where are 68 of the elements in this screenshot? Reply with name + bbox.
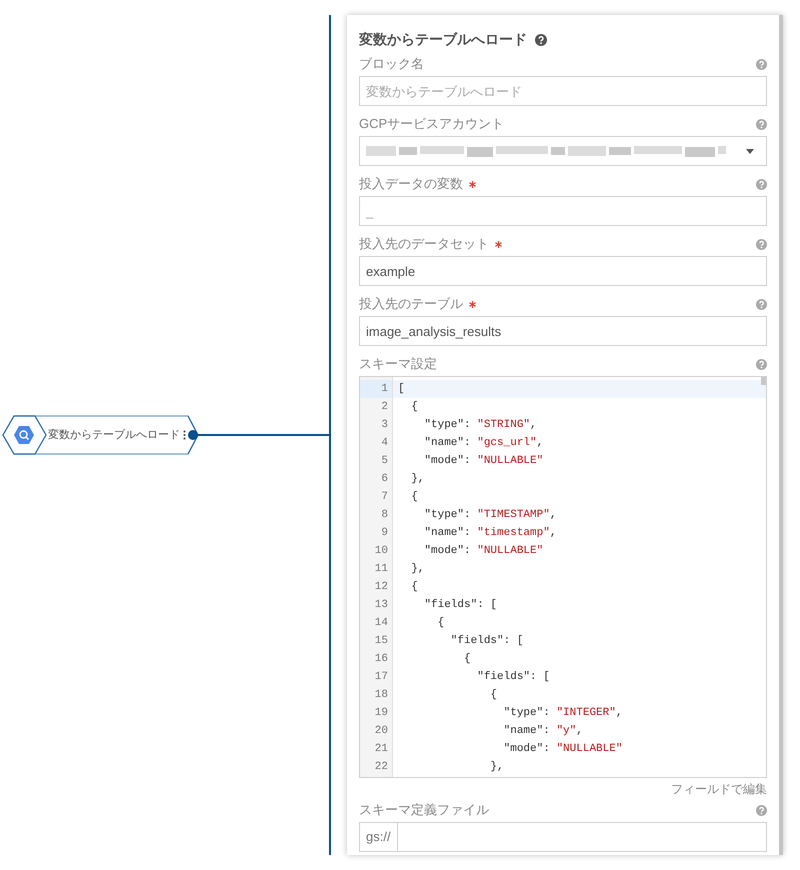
field-label: 投入先のテーブル xyxy=(359,295,463,314)
line-number: 4 xyxy=(381,436,388,451)
line-number: 3 xyxy=(381,418,388,433)
line-number: 14 xyxy=(374,616,388,631)
code-line: "name": "timestamp", xyxy=(423,526,556,541)
field-label: スキーマ設定 xyxy=(359,355,437,374)
code-line: "mode": "NULLABLE" xyxy=(423,454,544,469)
code-line: { xyxy=(463,652,471,667)
node-label: 変数からテーブルへロード xyxy=(48,428,180,443)
scrollbar-thumb[interactable] xyxy=(761,377,766,385)
code-line: "fields": [ xyxy=(450,634,524,649)
text-field[interactable]: example xyxy=(359,256,767,286)
help-icon[interactable] xyxy=(535,34,547,46)
line-number: 11 xyxy=(374,562,388,577)
code-line: { xyxy=(410,490,418,505)
code-line: [ xyxy=(398,382,405,397)
line-number: 2 xyxy=(381,400,388,415)
line-number: 16 xyxy=(374,652,388,667)
code-line: "type": "INTEGER", xyxy=(502,706,622,721)
field-label: ブロック名 xyxy=(359,55,424,74)
code-line: "fields": [ xyxy=(423,598,498,613)
prefixed-field[interactable]: gs:// xyxy=(359,822,767,852)
field-label: GCPサービスアカウント xyxy=(359,115,504,134)
line-number: 6 xyxy=(381,472,388,487)
field-label: スキーマ定義ファイル xyxy=(359,801,489,820)
connector-port[interactable] xyxy=(188,430,198,440)
line-number: 21 xyxy=(374,742,388,757)
code-line: "mode": "NULLABLE" xyxy=(423,544,544,559)
line-number: 5 xyxy=(381,454,388,469)
text-field[interactable]: _ xyxy=(359,196,767,226)
code-line: "type": "TIMESTAMP", xyxy=(423,508,556,523)
line-number: 1 xyxy=(381,382,388,397)
code-line: "name": "gcs_url", xyxy=(423,436,544,451)
line-number: 8 xyxy=(381,508,388,523)
code-line: }, xyxy=(410,562,424,577)
panel-title: 変数からテーブルへロード xyxy=(359,30,527,49)
code-line: }, xyxy=(489,760,504,775)
code-line: { xyxy=(410,580,418,595)
code-line: "name": "y", xyxy=(502,724,583,739)
line-number: 13 xyxy=(374,598,388,613)
drag-handle-icon[interactable] xyxy=(183,430,186,440)
line-number: 20 xyxy=(374,724,388,739)
code-line: "fields": [ xyxy=(476,670,550,685)
line-number: 9 xyxy=(381,526,388,541)
edit-by-fields-link[interactable]: フィールドで編集 xyxy=(671,780,767,798)
text-field[interactable]: image_analysis_results xyxy=(359,316,767,346)
field-prefix: gs:// xyxy=(360,823,398,851)
code-line: { xyxy=(489,688,498,703)
code-line: }, xyxy=(410,472,424,487)
magnifier-icon xyxy=(14,425,34,445)
line-number: 7 xyxy=(381,490,388,505)
line-number: 10 xyxy=(374,544,388,559)
line-number: 12 xyxy=(374,580,388,595)
line-number: 22 xyxy=(374,760,388,775)
code-line: { xyxy=(436,616,444,631)
code-line: "type": "STRING", xyxy=(423,418,537,433)
code-editor[interactable] xyxy=(359,376,767,778)
line-number: 15 xyxy=(374,634,388,649)
field-label: 投入先のデータセット xyxy=(359,235,489,254)
dropdown-icon xyxy=(746,148,754,154)
select-field[interactable] xyxy=(359,136,767,166)
line-number: 18 xyxy=(374,688,388,703)
code-line: "mode": "NULLABLE" xyxy=(502,742,622,757)
code-line: { xyxy=(410,400,418,415)
text-field[interactable]: 変数からテーブルへロード xyxy=(359,76,767,106)
line-number: 19 xyxy=(374,706,388,721)
line-number: 17 xyxy=(374,670,388,685)
field-label: 投入データの変数 xyxy=(359,175,463,194)
